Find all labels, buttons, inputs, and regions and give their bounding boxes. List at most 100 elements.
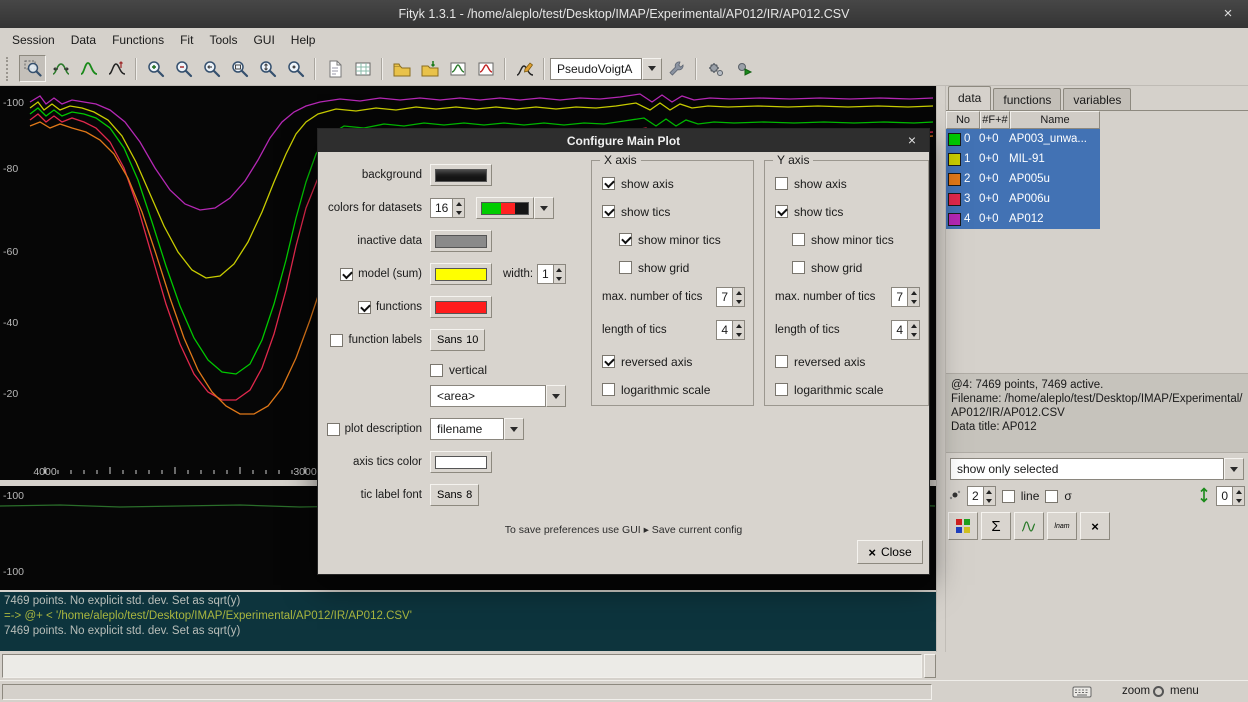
checkbox[interactable]	[619, 261, 632, 274]
spin-up-button[interactable]	[908, 321, 919, 330]
x-axis-option[interactable]: show axis	[602, 175, 745, 192]
dataset-row[interactable]: 2 0+0 AP005u	[946, 169, 1100, 189]
zoom-all-button[interactable]	[226, 55, 253, 82]
dataset-color-swatch[interactable]	[948, 213, 961, 226]
x-axis-sub-option[interactable]: show grid	[619, 259, 745, 276]
column-header-f[interactable]: #F+#	[980, 111, 1010, 129]
open-session-button[interactable]	[444, 55, 471, 82]
dialog-titlebar[interactable]: Configure Main Plot ×	[318, 129, 929, 152]
status-menu-button[interactable]: menu	[1170, 685, 1199, 697]
functions-checkbox[interactable]	[358, 301, 371, 314]
toolbar-drag-handle[interactable]	[6, 57, 14, 81]
dataset-color-swatch[interactable]	[948, 153, 961, 166]
dataset-colors-dropdown[interactable]	[534, 197, 554, 219]
spin-down-button[interactable]	[908, 297, 919, 306]
vertical-checkbox-row[interactable]: vertical	[430, 362, 487, 379]
add-peak-mode-button[interactable]	[75, 55, 102, 82]
checkbox[interactable]	[602, 383, 615, 396]
zoom-select-button[interactable]	[282, 55, 309, 82]
output-console[interactable]: 7469 points. No explicit std. dev. Set a…	[0, 592, 936, 651]
status-toggle-icon[interactable]	[1153, 686, 1164, 697]
label-format-combo[interactable]: <area>	[430, 385, 566, 407]
export-data-button[interactable]	[416, 55, 443, 82]
column-header-name[interactable]: Name	[1010, 111, 1100, 129]
status-zoom-button[interactable]: zoom	[1122, 685, 1150, 697]
spin-down-button[interactable]	[453, 208, 464, 217]
sigma-checkbox[interactable]	[1045, 490, 1058, 503]
function-labels-checkbox[interactable]	[330, 334, 343, 347]
model-width-spinner[interactable]: 1	[537, 264, 566, 284]
spin-down-button[interactable]	[733, 297, 744, 306]
close-button[interactable]: × Close	[857, 540, 923, 564]
dataset-row[interactable]: 4 0+0 AP012	[946, 209, 1100, 229]
filter-dropdown[interactable]: show only selected	[950, 458, 1244, 480]
checkbox[interactable]	[775, 383, 788, 396]
vertical-checkbox[interactable]	[430, 364, 443, 377]
x-axis-option[interactable]: reversed axis	[602, 353, 745, 370]
chevron-down-icon[interactable]	[642, 58, 662, 80]
checkbox[interactable]	[792, 233, 805, 246]
tic-font-button[interactable]: Sans 8	[430, 484, 479, 506]
checkbox[interactable]	[602, 355, 615, 368]
data-range-mode-button[interactable]	[47, 55, 74, 82]
menu-item[interactable]: Fit	[172, 30, 201, 50]
tics-color-button[interactable]	[430, 451, 492, 473]
y-tic-length-spinner[interactable]: 4	[891, 320, 920, 340]
run-script-button[interactable]	[702, 55, 729, 82]
dataset-colors-grid-button[interactable]	[948, 512, 978, 540]
y-axis-option[interactable]: reversed axis	[775, 353, 920, 370]
function-settings-button[interactable]	[663, 55, 690, 82]
checkbox[interactable]	[792, 261, 805, 274]
drag-peak-mode-button[interactable]	[103, 55, 130, 82]
dataset-colors-button[interactable]	[476, 197, 534, 219]
keyboard-icon[interactable]	[1072, 684, 1092, 702]
formula-button[interactable]: lnam	[1047, 512, 1077, 540]
shift-spinner[interactable]: 0	[1216, 486, 1245, 506]
menu-item[interactable]: Help	[283, 30, 324, 50]
dataset-color-swatch[interactable]	[948, 133, 961, 146]
spin-down-button[interactable]	[984, 496, 995, 505]
spin-down-button[interactable]	[554, 274, 565, 283]
sum-button[interactable]: Σ	[981, 512, 1011, 540]
x-axis-option[interactable]: logarithmic scale	[602, 381, 745, 398]
sidebar-tab[interactable]: data	[948, 86, 991, 110]
save-image-button[interactable]	[472, 55, 499, 82]
dataset-row[interactable]: 1 0+0 MIL-91	[946, 149, 1100, 169]
x-axis-option[interactable]: show tics	[602, 203, 745, 220]
functions-color-button[interactable]	[430, 296, 492, 318]
model-color-button[interactable]	[430, 263, 492, 285]
command-input[interactable]	[2, 654, 922, 678]
y-axis-sub-option[interactable]: show grid	[792, 259, 920, 276]
chevron-down-icon[interactable]	[1224, 458, 1244, 480]
menu-item[interactable]: Data	[63, 30, 104, 50]
zoom-rect-mode-button[interactable]	[19, 55, 46, 82]
sidebar-tab[interactable]: variables	[1063, 88, 1131, 110]
input-grip[interactable]	[924, 654, 936, 678]
point-size-spinner[interactable]: 2	[967, 486, 996, 506]
spin-up-button[interactable]	[1233, 487, 1244, 496]
dialog-close-icon[interactable]: ×	[903, 131, 921, 149]
dataset-color-swatch[interactable]	[948, 193, 961, 206]
plot-description-checkbox[interactable]	[327, 423, 340, 436]
y-max-tics-spinner[interactable]: 7	[891, 287, 920, 307]
dataset-row[interactable]: 3 0+0 AP006u	[946, 189, 1100, 209]
zoom-previous-button[interactable]	[198, 55, 225, 82]
function-type-combo[interactable]: PseudoVoigtA	[550, 58, 662, 80]
vertical-splitter[interactable]	[936, 86, 946, 652]
dataset-row[interactable]: 0 0+0 AP003_unwa...	[946, 129, 1100, 149]
inactive-color-button[interactable]	[430, 230, 492, 252]
y-axis-option[interactable]: logarithmic scale	[775, 381, 920, 398]
chevron-down-icon[interactable]	[546, 385, 566, 407]
function-labels-font-button[interactable]: Sans 10	[430, 329, 485, 351]
spin-up-button[interactable]	[908, 288, 919, 297]
open-data-button[interactable]	[388, 55, 415, 82]
quick-run-button[interactable]	[730, 55, 757, 82]
menu-item[interactable]: Session	[4, 30, 63, 50]
line-checkbox-row[interactable]: line	[1002, 488, 1040, 505]
y-axis-sub-option[interactable]: show minor tics	[792, 231, 920, 248]
spin-down-button[interactable]	[733, 330, 744, 339]
checkbox[interactable]	[619, 233, 632, 246]
colors-count-spinner[interactable]: 16	[430, 198, 465, 218]
checkbox[interactable]	[775, 205, 788, 218]
delete-dataset-button[interactable]: ×	[1080, 512, 1110, 540]
